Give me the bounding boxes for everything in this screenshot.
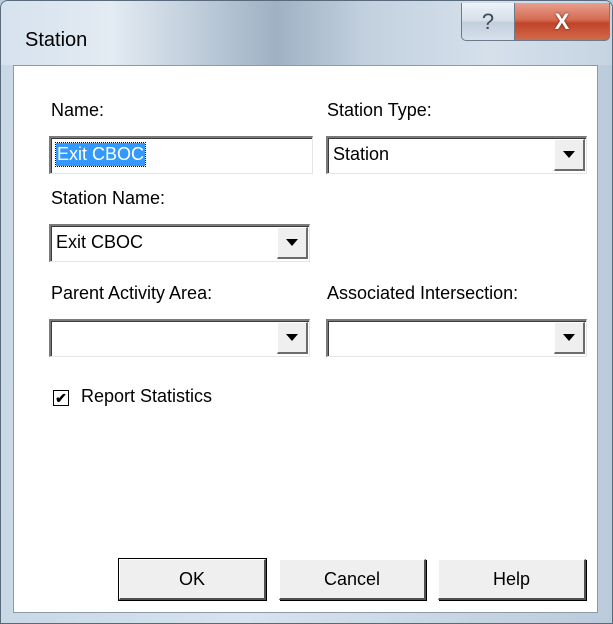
station-type-select[interactable]: Station [326, 136, 587, 174]
chevron-down-icon [286, 239, 298, 246]
station-dialog: Station ? X [0, 0, 613, 624]
station-type-dropdown-button[interactable] [554, 139, 585, 171]
ok-button[interactable]: OK [118, 558, 267, 601]
checkmark-icon: ✔ [55, 390, 67, 406]
close-icon: X [554, 8, 570, 34]
help-title-button[interactable]: ? [461, 3, 515, 41]
associated-intersection-select[interactable] [326, 319, 587, 357]
name-label: Name: [51, 100, 105, 120]
help-button[interactable]: Help [438, 559, 586, 600]
ok-button-label: OK [178, 568, 205, 589]
dialog-title: Station [25, 29, 88, 51]
chevron-down-icon [563, 151, 575, 158]
station-type-value: Station [333, 144, 390, 164]
parent-activity-area-select[interactable] [49, 319, 310, 357]
associated-intersection-label: Associated Intersection: [327, 283, 519, 303]
title-bar[interactable]: Station ? X [1, 1, 612, 65]
cancel-button[interactable]: Cancel [279, 559, 426, 600]
name-input-value: Exit CBOC [54, 142, 147, 167]
close-button[interactable]: X [514, 3, 610, 41]
help-button-label: Help [492, 568, 531, 589]
help-icon: ? [481, 8, 495, 34]
station-name-select[interactable]: Exit CBOC [49, 224, 310, 262]
station-name-dropdown-button[interactable] [277, 227, 308, 259]
report-statistics-checkbox[interactable]: ✔ [53, 390, 69, 406]
associated-intersection-dropdown-button[interactable] [554, 322, 585, 354]
name-input[interactable]: Exit CBOC [49, 136, 313, 174]
parent-activity-area-label: Parent Activity Area: [51, 283, 213, 303]
parent-activity-area-dropdown-button[interactable] [277, 322, 308, 354]
station-name-label: Station Name: [51, 188, 166, 208]
chevron-down-icon [286, 334, 298, 341]
station-name-value: Exit CBOC [56, 232, 144, 252]
report-statistics-label[interactable]: Report Statistics [81, 386, 212, 407]
station-type-label: Station Type: [327, 100, 432, 120]
cancel-button-label: Cancel [323, 568, 381, 589]
chevron-down-icon [563, 334, 575, 341]
